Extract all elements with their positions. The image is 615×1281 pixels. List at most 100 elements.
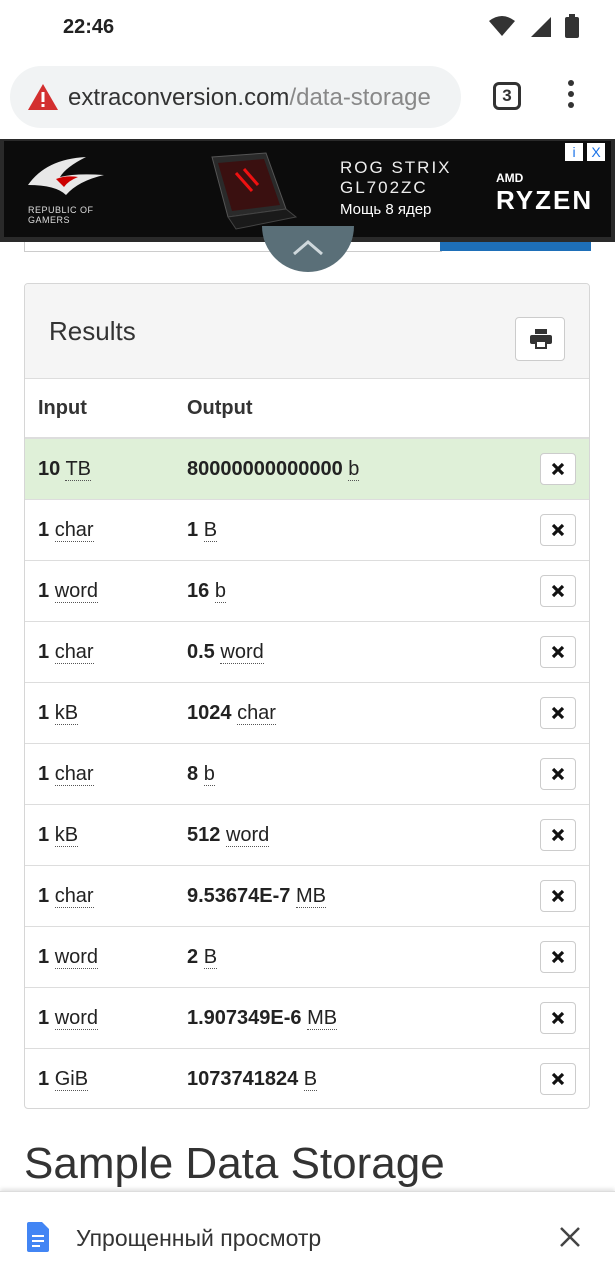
results-title: Results <box>49 316 136 346</box>
action-cell <box>527 926 589 988</box>
close-icon <box>551 706 565 720</box>
close-icon <box>551 645 565 659</box>
ad-brand-line1: REPUBLIC OF <box>28 205 94 215</box>
input-value: 1 <box>38 640 50 663</box>
output-cell: 1024 char <box>174 682 527 744</box>
input-unit: kB <box>54 701 79 725</box>
input-value: 1 <box>38 823 50 846</box>
print-button[interactable] <box>515 317 565 361</box>
warning-icon[interactable] <box>28 84 58 110</box>
ad-info-icon[interactable]: i <box>565 143 583 161</box>
table-row: 1 word 1.907349E-6 MB <box>25 987 589 1049</box>
action-cell <box>527 987 589 1049</box>
action-cell <box>527 682 589 744</box>
output-unit: word <box>220 640 264 664</box>
ad-brand-text: REPUBLIC OF GAMERS <box>28 205 94 225</box>
input-cell: 1 char <box>25 499 174 561</box>
converter-input-partial[interactable] <box>24 242 442 252</box>
delete-row-button[interactable] <box>540 1063 576 1095</box>
wifi-icon <box>489 16 515 36</box>
ad-content[interactable]: REPUBLIC OF GAMERS ROG STRIX GL702ZC Мощь… <box>4 141 611 237</box>
delete-row-button[interactable] <box>540 941 576 973</box>
output-cell: 512 word <box>174 804 527 866</box>
input-value: 1 <box>38 1067 50 1090</box>
close-icon <box>551 462 565 476</box>
input-cell: 1 word <box>25 926 174 988</box>
input-cell: 1 kB <box>25 804 174 866</box>
table-row: 1 kB 512 word <box>25 804 589 866</box>
input-cell: 1 char <box>25 621 174 683</box>
output-unit: MB <box>295 884 326 908</box>
close-icon <box>551 523 565 537</box>
output-cell: 1.907349E-6 MB <box>174 987 527 1049</box>
browser-menu-icon[interactable] <box>565 80 577 114</box>
output-cell: 1 B <box>174 499 527 561</box>
input-unit: char <box>54 884 94 908</box>
close-icon <box>551 828 565 842</box>
output-unit: b <box>214 579 226 603</box>
input-cell: 1 word <box>25 987 174 1049</box>
input-unit: word <box>54 1006 99 1030</box>
output-cell: 16 b <box>174 560 527 622</box>
delete-row-button[interactable] <box>540 575 576 607</box>
ad-product-line2: GL702ZC <box>340 178 428 197</box>
table-row: 1 char 9.53674E-7 MB <box>25 865 589 927</box>
output-cell: 2 B <box>174 926 527 988</box>
status-bar: 22:46 <box>0 0 615 56</box>
input-value: 1 <box>38 1006 50 1029</box>
ad-product-line1: ROG STRIX <box>340 158 452 177</box>
delete-row-button[interactable] <box>540 880 576 912</box>
close-icon <box>551 767 565 781</box>
output-cell: 0.5 word <box>174 621 527 683</box>
status-time: 22:46 <box>63 16 115 38</box>
input-unit: GiB <box>54 1067 89 1091</box>
input-unit: word <box>54 945 99 969</box>
ad-collapse-button[interactable] <box>262 226 354 272</box>
results-table: Input Output 10 TB 80000000000000 b1 char… <box>25 379 589 1108</box>
url-text[interactable]: extraconversion.com/data-storage <box>68 84 431 112</box>
output-cell: 8 b <box>174 743 527 805</box>
close-icon <box>551 1011 565 1025</box>
output-unit: b <box>203 762 215 786</box>
input-value: 1 <box>38 518 50 541</box>
action-cell <box>527 499 589 561</box>
delete-row-button[interactable] <box>540 1002 576 1034</box>
delete-row-button[interactable] <box>540 453 576 485</box>
signal-icon <box>531 17 551 37</box>
delete-row-button[interactable] <box>540 636 576 668</box>
close-icon[interactable] <box>559 1226 581 1248</box>
tab-switcher-button[interactable]: 3 <box>493 82 521 110</box>
browser-toolbar: extraconversion.com/data-storage 3 <box>0 56 615 139</box>
simplified-view-label[interactable]: Упрощенный просмотр <box>76 1225 321 1252</box>
simplified-view-bar[interactable]: Упрощенный просмотр <box>0 1191 615 1281</box>
input-cell: 10 TB <box>25 438 174 500</box>
output-value: 9.53674E-7 <box>187 884 291 907</box>
ad-cpu-name: RYZEN <box>496 185 594 215</box>
delete-row-button[interactable] <box>540 514 576 546</box>
document-icon <box>27 1222 49 1252</box>
table-row: 1 char 8 b <box>25 743 589 805</box>
input-value: 1 <box>38 884 50 907</box>
table-row: 1 word 16 b <box>25 560 589 622</box>
table-row: 1 word 2 B <box>25 926 589 988</box>
address-bar[interactable]: extraconversion.com/data-storage <box>10 66 461 128</box>
action-cell <box>527 438 589 500</box>
action-cell <box>527 1048 589 1108</box>
delete-row-button[interactable] <box>540 758 576 790</box>
convert-button-partial[interactable] <box>440 242 591 251</box>
url-path: /data-storage <box>289 84 431 111</box>
results-panel: Results Input Output 10 TB 80000000000000… <box>24 283 590 1109</box>
output-value: 16 <box>187 579 210 602</box>
delete-row-button[interactable] <box>540 697 576 729</box>
input-unit: TB <box>65 457 92 481</box>
output-value: 1 <box>187 518 199 541</box>
table-row: 1 kB 1024 char <box>25 682 589 744</box>
ad-close-icon[interactable]: X <box>587 143 605 161</box>
output-value: 80000000000000 <box>187 457 343 480</box>
output-value: 2 <box>187 945 199 968</box>
output-cell: 80000000000000 b <box>174 438 527 500</box>
close-icon <box>551 1072 565 1086</box>
delete-row-button[interactable] <box>540 819 576 851</box>
input-value: 10 <box>38 457 61 480</box>
output-value: 1024 <box>187 701 232 724</box>
